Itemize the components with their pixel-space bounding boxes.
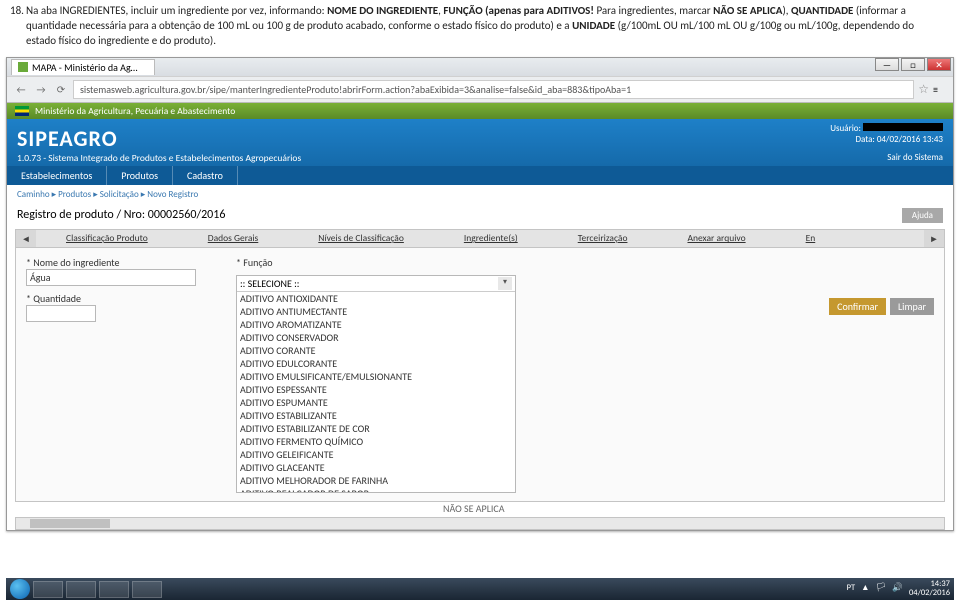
reload-button[interactable]: ⟳	[53, 83, 69, 96]
browser-tab[interactable]: MAPA - Ministério da Ag…	[11, 59, 155, 75]
app-subtitle: 1.0.73 - Sistema Integrado de Produtos e…	[17, 152, 301, 164]
app-logo: SIPEAGRO	[17, 125, 301, 152]
titlebar: MAPA - Ministério da Ag… — □ ✕	[7, 58, 953, 76]
instruction-text: 18. Na aba INGREDIENTES, incluir um ingr…	[0, 0, 960, 57]
navbar: ← → ⟳ sistemasweb.agricultura.gov.br/sip…	[7, 76, 953, 103]
page-title: Registro de produto / Nro: 00002560/2016	[17, 208, 225, 222]
bookmark-icon[interactable]: ☆	[918, 82, 929, 97]
option[interactable]: ADITIVO EDULCORANTE	[237, 357, 515, 370]
date-line: Data: 04/02/2016 13:43	[830, 134, 943, 146]
quantidade-label: Quantidade	[26, 292, 196, 305]
option[interactable]: ADITIVO GELEIFICANTE	[237, 448, 515, 461]
username-redacted	[863, 123, 943, 131]
start-button[interactable]	[10, 579, 30, 599]
menu-estabelecimentos[interactable]: Estabelecimentos	[7, 166, 107, 185]
forward-button[interactable]: →	[33, 83, 49, 96]
clock[interactable]: 14:3704/02/2016	[909, 580, 950, 599]
tab-niveis[interactable]: Níveis de Classificação	[288, 229, 434, 247]
option[interactable]: ADITIVO ESTABILIZANTE DE COR	[237, 422, 515, 435]
tab-scroll-right[interactable]: ►	[924, 230, 944, 247]
task-app[interactable]	[132, 581, 162, 598]
logout-link[interactable]: Sair do Sistema	[830, 152, 943, 164]
option[interactable]: ADITIVO FERMENTO QUÍMICO	[237, 435, 515, 448]
tab-dados-gerais[interactable]: Dados Gerais	[178, 229, 289, 247]
tab-classificacao[interactable]: Classificação Produto	[36, 229, 178, 247]
option[interactable]: ADITIVO ESPESSANTE	[237, 383, 515, 396]
tab-title: MAPA - Ministério da Ag…	[32, 61, 138, 74]
tray-icon[interactable]: ▲	[861, 584, 869, 593]
app-menu: Estabelecimentos Produtos Cadastro	[7, 166, 953, 185]
tray-icon[interactable]: 🏳	[876, 584, 887, 593]
option[interactable]: ADITIVO REALÇADOR DE SABOR	[237, 487, 515, 492]
option[interactable]: ADITIVO ESTABILIZANTE	[237, 409, 515, 422]
task-explorer[interactable]	[33, 581, 63, 598]
funcao-label: Função	[236, 256, 516, 269]
horizontal-scrollbar[interactable]	[15, 517, 945, 530]
option[interactable]: ADITIVO ANTIUMECTANTE	[237, 305, 515, 318]
limpar-button[interactable]: Limpar	[890, 298, 934, 315]
menu-cadastro[interactable]: Cadastro	[173, 166, 238, 185]
breadcrumb: Caminho ▸ Produtos ▸ Solicitação ▸ Novo …	[7, 185, 953, 204]
option[interactable]: ADITIVO ESPUMANTE	[237, 396, 515, 409]
selected-value-echo: NÃO SE APLICA	[15, 502, 945, 515]
option[interactable]: ADITIVO GLACEANTE	[237, 461, 515, 474]
close-button[interactable]: ✕	[927, 58, 951, 71]
task-chrome[interactable]	[66, 581, 96, 598]
option-list: ADITIVO ANTIOXIDANTE ADITIVO ANTIUMECTAN…	[237, 292, 515, 492]
tab-anexar[interactable]: Anexar arquivo	[657, 229, 775, 247]
chevron-down-icon: ▾	[498, 277, 512, 290]
tab-more[interactable]: En	[776, 229, 846, 247]
tab-scroll-left[interactable]: ◄	[16, 230, 36, 247]
option[interactable]: ADITIVO MELHORADOR DE FARINHA	[237, 474, 515, 487]
minimize-button[interactable]: —	[875, 58, 899, 71]
option[interactable]: ADITIVO AROMATIZANTE	[237, 318, 515, 331]
browser-window: MAPA - Ministério da Ag… — □ ✕ ← → ⟳ sis…	[6, 57, 954, 531]
flag-icon	[15, 106, 29, 116]
address-bar[interactable]: sistemasweb.agricultura.gov.br/sipe/mant…	[73, 80, 914, 99]
tab-terceirizacao[interactable]: Terceirização	[548, 229, 658, 247]
option[interactable]: ADITIVO CORANTE	[237, 344, 515, 357]
ministry-bar: Ministério da Agricultura, Pecuária e Ab…	[7, 103, 953, 119]
option[interactable]: ADITIVO ANTIOXIDANTE	[237, 292, 515, 305]
option[interactable]: ADITIVO CONSERVADOR	[237, 331, 515, 344]
favicon-icon	[18, 62, 28, 72]
nome-input[interactable]	[26, 269, 196, 286]
ingredient-form: Nome do ingrediente Quantidade Função ::…	[15, 248, 945, 502]
help-button[interactable]: Ajuda	[902, 208, 943, 223]
back-button[interactable]: ←	[13, 83, 29, 96]
task-word[interactable]	[99, 581, 129, 598]
tab-strip: ◄ Classificação Produto Dados Gerais Nív…	[15, 229, 945, 248]
maximize-button[interactable]: □	[901, 58, 925, 71]
menu-icon[interactable]: ≡	[933, 83, 947, 96]
tab-ingredientes[interactable]: Ingrediente(s)	[434, 229, 548, 247]
menu-produtos[interactable]: Produtos	[107, 166, 173, 185]
tray-icon[interactable]: 🔊	[892, 584, 903, 593]
option[interactable]: ADITIVO EMULSIFICANTE/EMULSIONANTE	[237, 370, 515, 383]
app-header: SIPEAGRO 1.0.73 - Sistema Integrado de P…	[7, 119, 953, 166]
taskbar: PT ▲ 🏳 🔊 14:3704/02/2016	[6, 578, 954, 600]
lang-indicator[interactable]: PT	[847, 584, 856, 593]
funcao-select[interactable]: :: SELECIONE :: ▾ ADITIVO ANTIOXIDANTE A…	[236, 275, 516, 493]
quantidade-input[interactable]	[26, 305, 96, 322]
nome-label: Nome do ingrediente	[26, 256, 196, 269]
confirmar-button[interactable]: Confirmar	[829, 298, 886, 315]
ministry-name: Ministério da Agricultura, Pecuária e Ab…	[35, 105, 235, 117]
select-placeholder: :: SELECIONE ::	[240, 277, 299, 290]
